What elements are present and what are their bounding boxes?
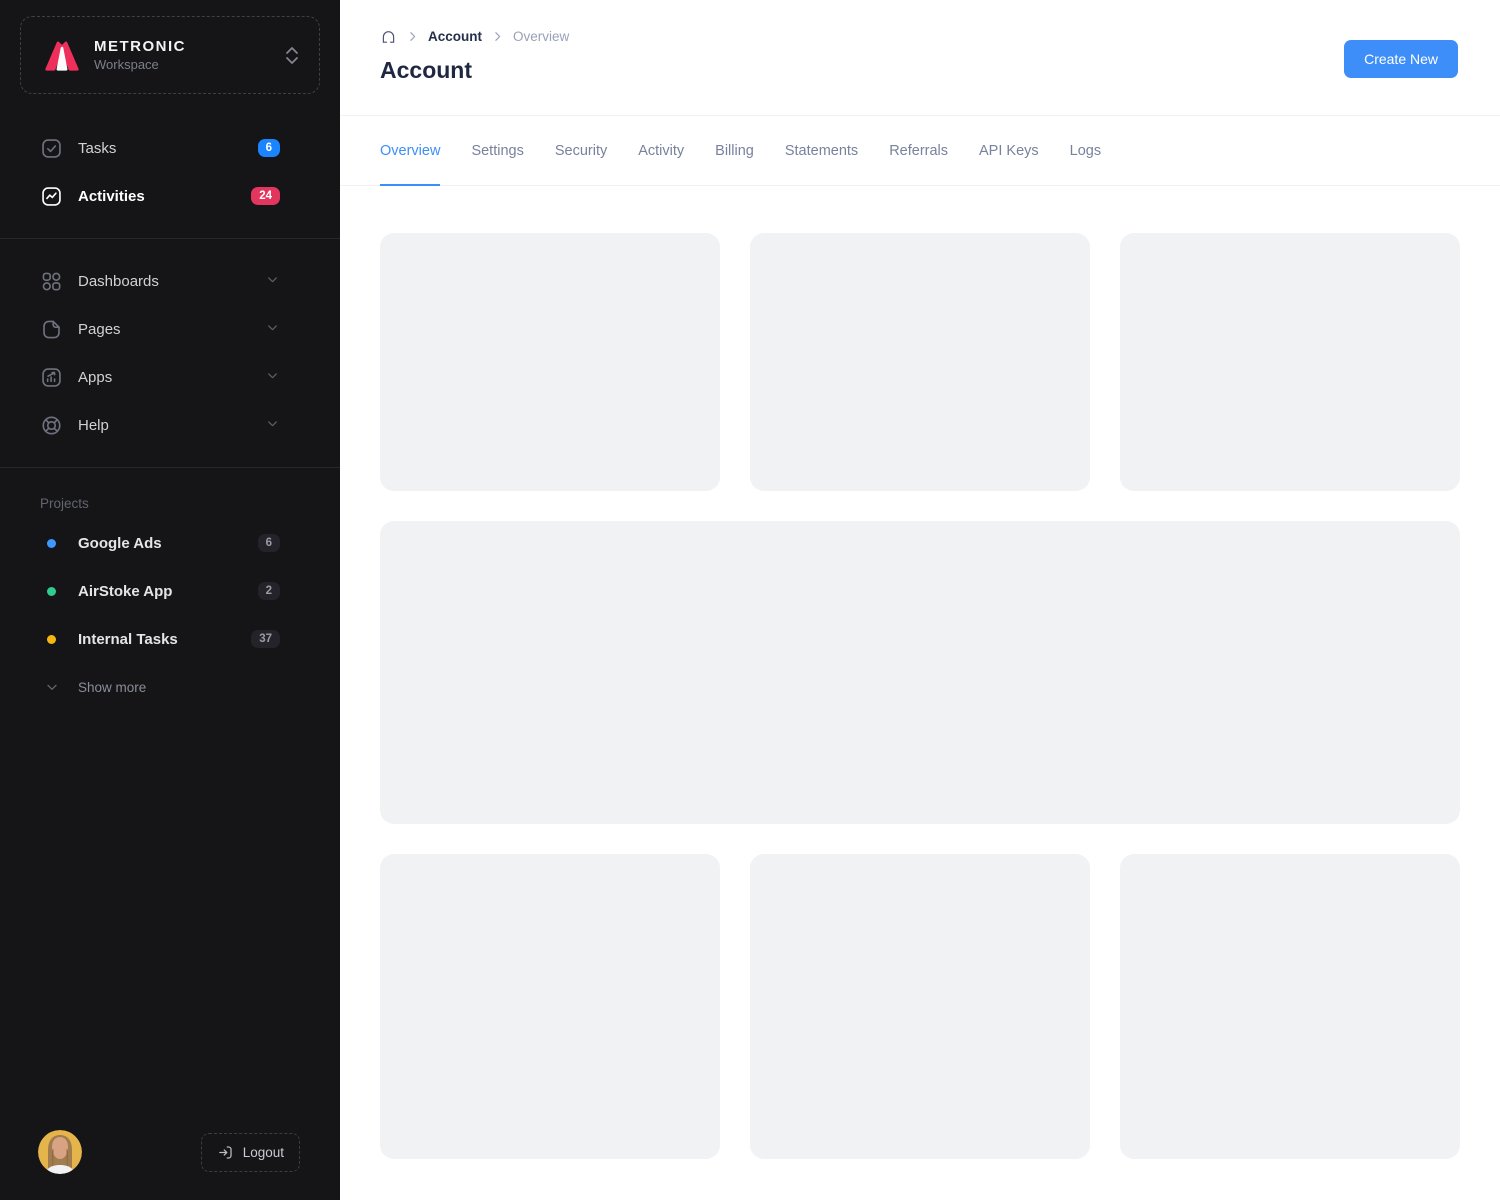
placeholder-card (1120, 233, 1460, 491)
project-name: AirStoke App (78, 583, 172, 600)
project-item-airstoke-app[interactable]: AirStoke App 2 (0, 567, 340, 615)
chevron-down-icon (265, 416, 280, 435)
tab-bar: Overview Settings Security Activity Bill… (340, 116, 1500, 186)
sidebar-nav-top: Tasks 6 Activities 24 (0, 94, 340, 234)
sidebar-item-label: Pages (78, 321, 121, 338)
apps-chart-icon (40, 366, 63, 389)
projects-heading: Projects (0, 472, 340, 519)
logout-icon (217, 1144, 234, 1161)
show-more-label: Show more (78, 680, 146, 695)
breadcrumb-account[interactable]: Account (428, 29, 482, 44)
sidebar-item-activities[interactable]: Activities 24 (0, 172, 340, 220)
chevron-up-down-icon[interactable] (285, 46, 299, 65)
project-item-google-ads[interactable]: Google Ads 6 (0, 519, 340, 567)
workspace-text: METRONIC Workspace (94, 38, 272, 72)
app-title: METRONIC (94, 38, 272, 55)
tab-overview[interactable]: Overview (380, 116, 440, 186)
project-name: Google Ads (78, 535, 162, 552)
tasks-count-badge: 6 (258, 139, 280, 158)
logout-button[interactable]: Logout (201, 1133, 300, 1172)
sidebar-item-label: Tasks (78, 140, 116, 157)
placeholder-card-wide (380, 521, 1460, 824)
projects-section: Projects Google Ads 6 AirStoke App 2 Int… (0, 472, 340, 711)
sidebar-item-label: Apps (78, 369, 112, 386)
tab-statements[interactable]: Statements (785, 116, 858, 186)
app-root: METRONIC Workspace Tasks 6 Act (0, 0, 1500, 1200)
tab-logs[interactable]: Logs (1070, 116, 1101, 186)
tab-api-keys[interactable]: API Keys (979, 116, 1039, 186)
placeholder-card (750, 233, 1090, 491)
sidebar-divider (0, 238, 340, 239)
project-dot-icon (47, 587, 56, 596)
avatar[interactable] (38, 1130, 82, 1174)
activities-count-badge: 24 (251, 187, 280, 206)
sidebar-nav-menu: Dashboards Pages Apps (0, 243, 340, 463)
show-more-button[interactable]: Show more (0, 663, 340, 711)
project-dot-icon (47, 635, 56, 644)
chevron-down-icon (265, 368, 280, 387)
home-icon[interactable] (380, 28, 397, 45)
sidebar-item-label: Help (78, 417, 109, 434)
placeholder-card (1120, 854, 1460, 1159)
breadcrumb: Account Overview (380, 28, 1460, 45)
sidebar-item-label: Dashboards (78, 273, 159, 290)
project-item-internal-tasks[interactable]: Internal Tasks 37 (0, 615, 340, 663)
tab-security[interactable]: Security (555, 116, 607, 186)
chevron-down-icon (265, 320, 280, 339)
placeholder-row-bottom (380, 854, 1460, 1159)
project-count-badge: 2 (258, 582, 280, 601)
page-header: Account Overview Account Create New (340, 0, 1500, 116)
workspace-label: Workspace (94, 57, 272, 72)
sidebar-item-tasks[interactable]: Tasks 6 (0, 124, 340, 172)
check-square-icon (40, 137, 63, 160)
chevron-down-icon (40, 679, 63, 695)
tab-referrals[interactable]: Referrals (889, 116, 948, 186)
sidebar: METRONIC Workspace Tasks 6 Act (0, 0, 340, 1200)
sidebar-divider (0, 467, 340, 468)
logout-label: Logout (243, 1145, 284, 1160)
placeholder-card (750, 854, 1090, 1159)
metronic-logo-icon (43, 38, 81, 72)
create-new-button[interactable]: Create New (1344, 40, 1458, 78)
project-name: Internal Tasks (78, 631, 178, 648)
sidebar-item-label: Activities (78, 188, 145, 205)
tab-activity[interactable]: Activity (638, 116, 684, 186)
tab-billing[interactable]: Billing (715, 116, 754, 186)
breadcrumb-overview: Overview (513, 29, 569, 44)
page-icon (40, 318, 63, 341)
workspace-selector[interactable]: METRONIC Workspace (20, 16, 320, 94)
sidebar-item-dashboards[interactable]: Dashboards (0, 257, 340, 305)
placeholder-row-top (380, 233, 1460, 491)
content-area (340, 186, 1500, 1159)
placeholder-card (380, 233, 720, 491)
chevron-down-icon (265, 272, 280, 291)
life-buoy-icon (40, 414, 63, 437)
project-count-badge: 37 (251, 630, 280, 649)
project-dot-icon (47, 539, 56, 548)
chevron-right-icon (491, 30, 504, 43)
tab-settings[interactable]: Settings (471, 116, 523, 186)
grid-icon (40, 270, 63, 293)
sidebar-item-help[interactable]: Help (0, 401, 340, 449)
main-content: Account Overview Account Create New Over… (340, 0, 1500, 1200)
page-title: Account (380, 57, 1460, 84)
chevron-right-icon (406, 30, 419, 43)
placeholder-card (380, 854, 720, 1159)
sidebar-item-apps[interactable]: Apps (0, 353, 340, 401)
project-count-badge: 6 (258, 534, 280, 553)
activity-chart-icon (40, 185, 63, 208)
sidebar-footer: Logout (0, 1106, 340, 1200)
sidebar-item-pages[interactable]: Pages (0, 305, 340, 353)
